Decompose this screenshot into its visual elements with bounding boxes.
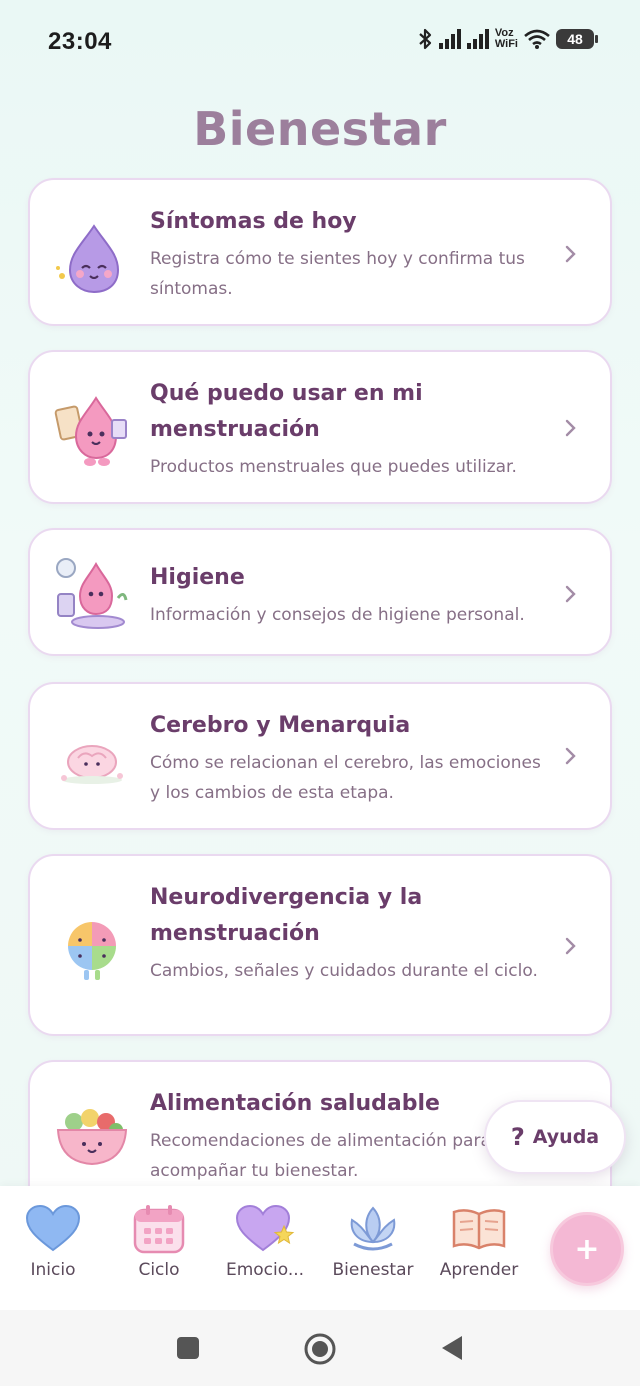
- blue-heart-icon: [25, 1204, 81, 1252]
- card-sintomas[interactable]: Síntomas de hoy Registra cómo te sientes…: [28, 178, 612, 326]
- card-title: Neurodivergencia y la menstruación: [150, 885, 423, 946]
- plus-icon: +: [574, 1231, 600, 1267]
- calendar-icon: [133, 1205, 185, 1254]
- nav-label: Emocio...: [225, 1260, 305, 1280]
- chevron-right-icon: [565, 419, 576, 437]
- status-time: 23:04: [48, 28, 112, 55]
- card-neurodivergencia[interactable]: Neurodivergencia y la menstruación Cambi…: [28, 854, 612, 1036]
- card-title: Qué puedo usar en mi menstruación: [150, 381, 423, 442]
- back-button-icon[interactable]: [440, 1334, 464, 1362]
- purple-heart-star-icon: [235, 1204, 295, 1252]
- nav-ciclo[interactable]: Ciclo: [104, 1204, 214, 1280]
- nav-aprender[interactable]: Aprender: [424, 1204, 534, 1280]
- chevron-right-icon: [565, 585, 576, 603]
- card-title: Síntomas de hoy: [150, 209, 357, 234]
- chevron-right-icon: [565, 937, 576, 955]
- card-description: Cómo se relacionan el cerebro, las emoci…: [150, 753, 541, 803]
- nav-inicio[interactable]: Inicio: [0, 1204, 108, 1280]
- brain-mascot-icon: [61, 745, 123, 784]
- system-nav-bar: [0, 1310, 640, 1386]
- bottom-nav: Inicio Ciclo Emocio... Bienestar Aprende…: [0, 1186, 640, 1310]
- chevron-right-icon: [565, 245, 576, 263]
- nav-label: Ciclo: [138, 1260, 180, 1280]
- help-label: Ayuda: [532, 1126, 600, 1148]
- lotus-icon: [350, 1206, 396, 1251]
- card-description: Productos menstruales que puedes utiliza…: [150, 457, 517, 477]
- status-icons: Voz WiFi 48: [417, 27, 598, 50]
- status-bar: 23:04 Voz WiFi 48: [0, 0, 640, 86]
- nav-bienestar[interactable]: Bienestar: [318, 1204, 428, 1280]
- question-icon: ?: [510, 1123, 525, 1151]
- chevron-right-icon: [565, 747, 576, 765]
- salad-bowl-icon: [56, 1109, 128, 1166]
- voz-wifi-label: Voz WiFi: [494, 27, 518, 50]
- book-icon: [452, 1209, 506, 1250]
- card-title: Cerebro y Menarquia: [150, 713, 411, 738]
- card-title: Higiene: [150, 565, 245, 590]
- hygiene-mascot-icon: [56, 558, 128, 629]
- signal-icon-2: [466, 29, 489, 49]
- home-button-icon[interactable]: [303, 1332, 337, 1366]
- card-description: Cambios, señales y cuidados durante el c…: [150, 961, 538, 981]
- nav-label: Aprender: [439, 1260, 519, 1280]
- card-cerebro[interactable]: Cerebro y Menarquia Cómo se relacionan e…: [28, 682, 612, 830]
- card-description: Registra cómo te sientes hoy y confirma …: [150, 249, 525, 299]
- nav-label: Bienestar: [332, 1260, 414, 1280]
- puzzle-brain-icon: [68, 922, 116, 980]
- purple-drop-mascot-icon: [56, 224, 120, 294]
- add-button[interactable]: +: [550, 1212, 624, 1286]
- card-productos[interactable]: Qué puedo usar en mi menstruación Produc…: [28, 350, 612, 504]
- bluetooth-icon: [419, 28, 431, 50]
- card-higiene[interactable]: Higiene Información y consejos de higien…: [28, 528, 612, 656]
- card-description: Información y consejos de higiene person…: [150, 605, 525, 625]
- help-button[interactable]: ? Ayuda: [484, 1100, 626, 1174]
- signal-icon-1: [438, 29, 461, 49]
- nav-emociones[interactable]: Emocio...: [210, 1204, 320, 1280]
- nav-label: Inicio: [30, 1260, 76, 1280]
- pink-drop-clipboard-icon: [54, 396, 127, 466]
- recents-button-icon[interactable]: [176, 1336, 200, 1360]
- card-title: Alimentación saludable: [150, 1091, 440, 1116]
- page-title: Bienestar: [193, 102, 447, 156]
- battery-icon: 48: [556, 29, 598, 49]
- wifi-icon: [524, 29, 550, 49]
